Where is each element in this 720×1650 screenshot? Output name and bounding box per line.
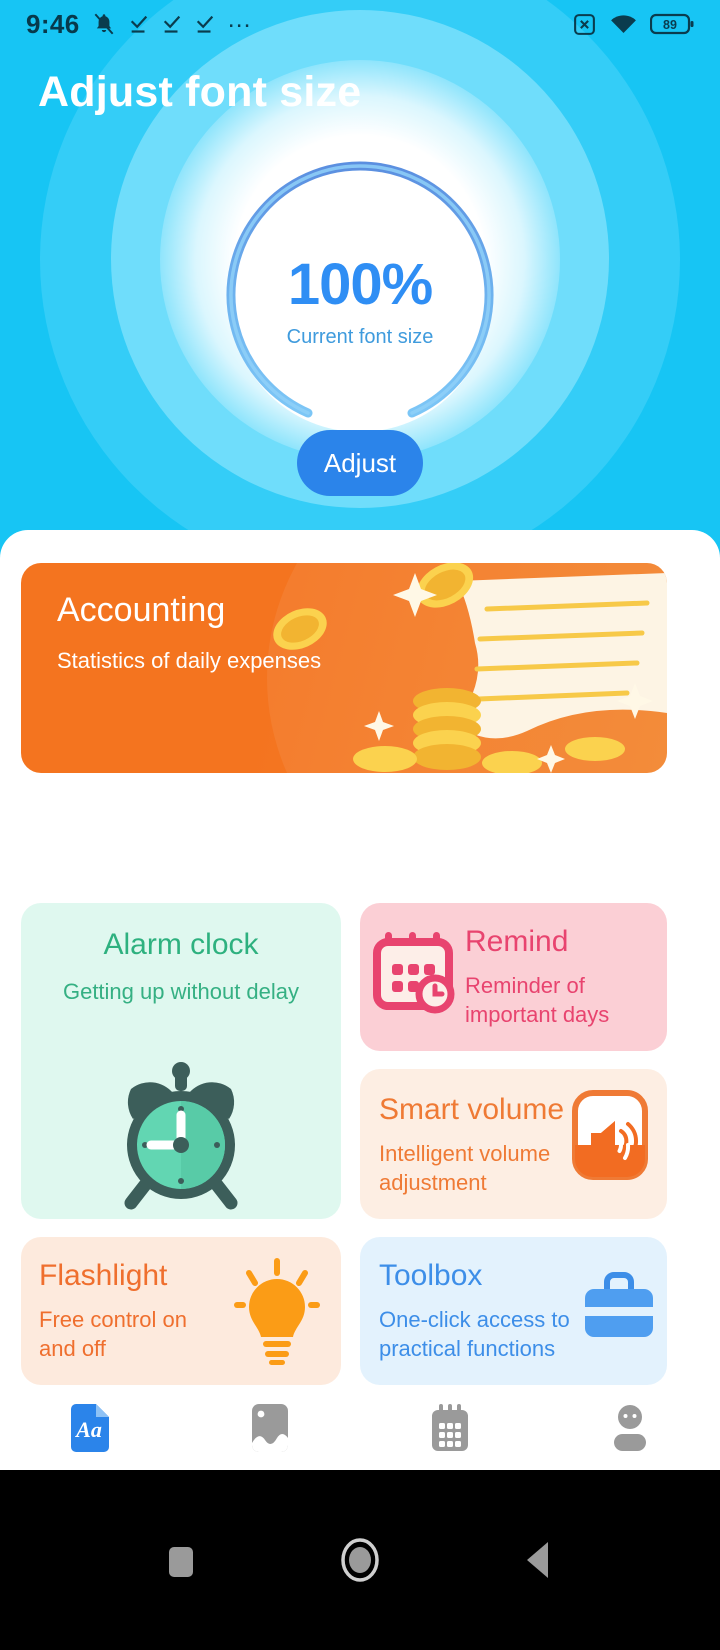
check-download-icon <box>130 15 147 33</box>
alarm-clock-icon <box>124 1062 238 1210</box>
card-title-volume: Smart volume <box>379 1093 565 1126</box>
card-subtitle-alarm: Getting up without delay <box>62 979 300 1004</box>
battery-icon: 89 <box>650 13 694 35</box>
mute-bell-icon <box>94 13 114 35</box>
card-title-toolbox: Toolbox <box>379 1259 483 1292</box>
speaker-volume-icon <box>572 1090 648 1180</box>
coins-receipt-illustration <box>353 563 667 773</box>
lightbulb-icon <box>234 1258 320 1365</box>
recents-button[interactable] <box>164 1539 198 1581</box>
system-navigation-bar <box>0 1470 720 1650</box>
toolbox-icon <box>585 1272 653 1337</box>
card-title-flashlight: Flashlight <box>39 1259 168 1292</box>
calendar-clock-icon <box>373 932 455 1014</box>
back-button[interactable] <box>522 1538 556 1582</box>
status-time: 9:46 <box>26 8 80 39</box>
person-profile-icon <box>614 1404 646 1451</box>
accounting-banner-card[interactable]: Accounting Statistics of daily expenses <box>21 563 667 773</box>
tab-font[interactable]: Aa <box>0 1403 180 1453</box>
toolbox-card[interactable]: Toolbox One-click access to practical fu… <box>360 1237 667 1385</box>
home-circle-icon <box>341 1538 379 1582</box>
tab-calendar[interactable] <box>360 1403 540 1453</box>
sim-missing-icon <box>574 13 595 35</box>
font-document-icon: Aa <box>71 1403 109 1452</box>
banner-subtitle: Statistics of daily expenses <box>57 648 322 673</box>
back-triangle-icon <box>527 1542 548 1578</box>
card-subtitle-flashlight: Free control on and off <box>39 1307 187 1361</box>
card-subtitle-toolbox: One-click access to practical functions <box>379 1307 570 1361</box>
font-size-gauge[interactable]: 100% Current font size <box>210 155 510 445</box>
page-title: Adjust font size <box>38 68 362 116</box>
banner-title: Accounting <box>57 591 226 629</box>
card-title-alarm: Alarm clock <box>103 928 259 961</box>
check-download-icon <box>163 15 180 33</box>
hero-header: 9:46 … 89 Adjust font size 100% Current … <box>0 0 720 566</box>
flashlight-card[interactable]: Flashlight Free control on and off <box>21 1237 341 1385</box>
card-title-remind: Remind <box>465 925 569 958</box>
tab-profile[interactable] <box>540 1403 720 1453</box>
battery-level-text: 89 <box>663 18 677 32</box>
svg-text:Aa: Aa <box>74 1417 102 1442</box>
wifi-icon <box>611 14 636 33</box>
more-dots-icon: … <box>226 5 254 33</box>
remind-card[interactable]: Remind Reminder of important days <box>360 903 667 1051</box>
calendar-grid-icon <box>432 1403 468 1451</box>
gauge-value: 100% <box>287 252 433 317</box>
card-subtitle-volume: Intelligent volume adjustment <box>379 1141 551 1195</box>
status-bar-right: 89 <box>572 12 694 37</box>
alarm-clock-card[interactable]: Alarm clock Getting up without delay <box>21 903 341 1219</box>
home-button[interactable] <box>338 1536 382 1584</box>
tab-photo[interactable] <box>180 1403 360 1453</box>
photo-image-icon <box>252 1403 288 1452</box>
bottom-tab-bar: Aa <box>0 1385 720 1470</box>
gauge-label: Current font size <box>286 326 434 348</box>
status-bar: 9:46 … 89 <box>0 0 720 48</box>
status-bar-left: 9:46 … <box>26 5 254 40</box>
recents-square-icon <box>169 1547 193 1577</box>
smart-volume-card[interactable]: Smart volume Intelligent volume adjustme… <box>360 1069 667 1219</box>
adjust-button[interactable]: Adjust <box>297 430 423 496</box>
card-subtitle-remind: Reminder of important days <box>465 973 610 1027</box>
gauge-readout: 100% Current font size <box>210 251 510 349</box>
check-download-icon <box>196 15 213 33</box>
